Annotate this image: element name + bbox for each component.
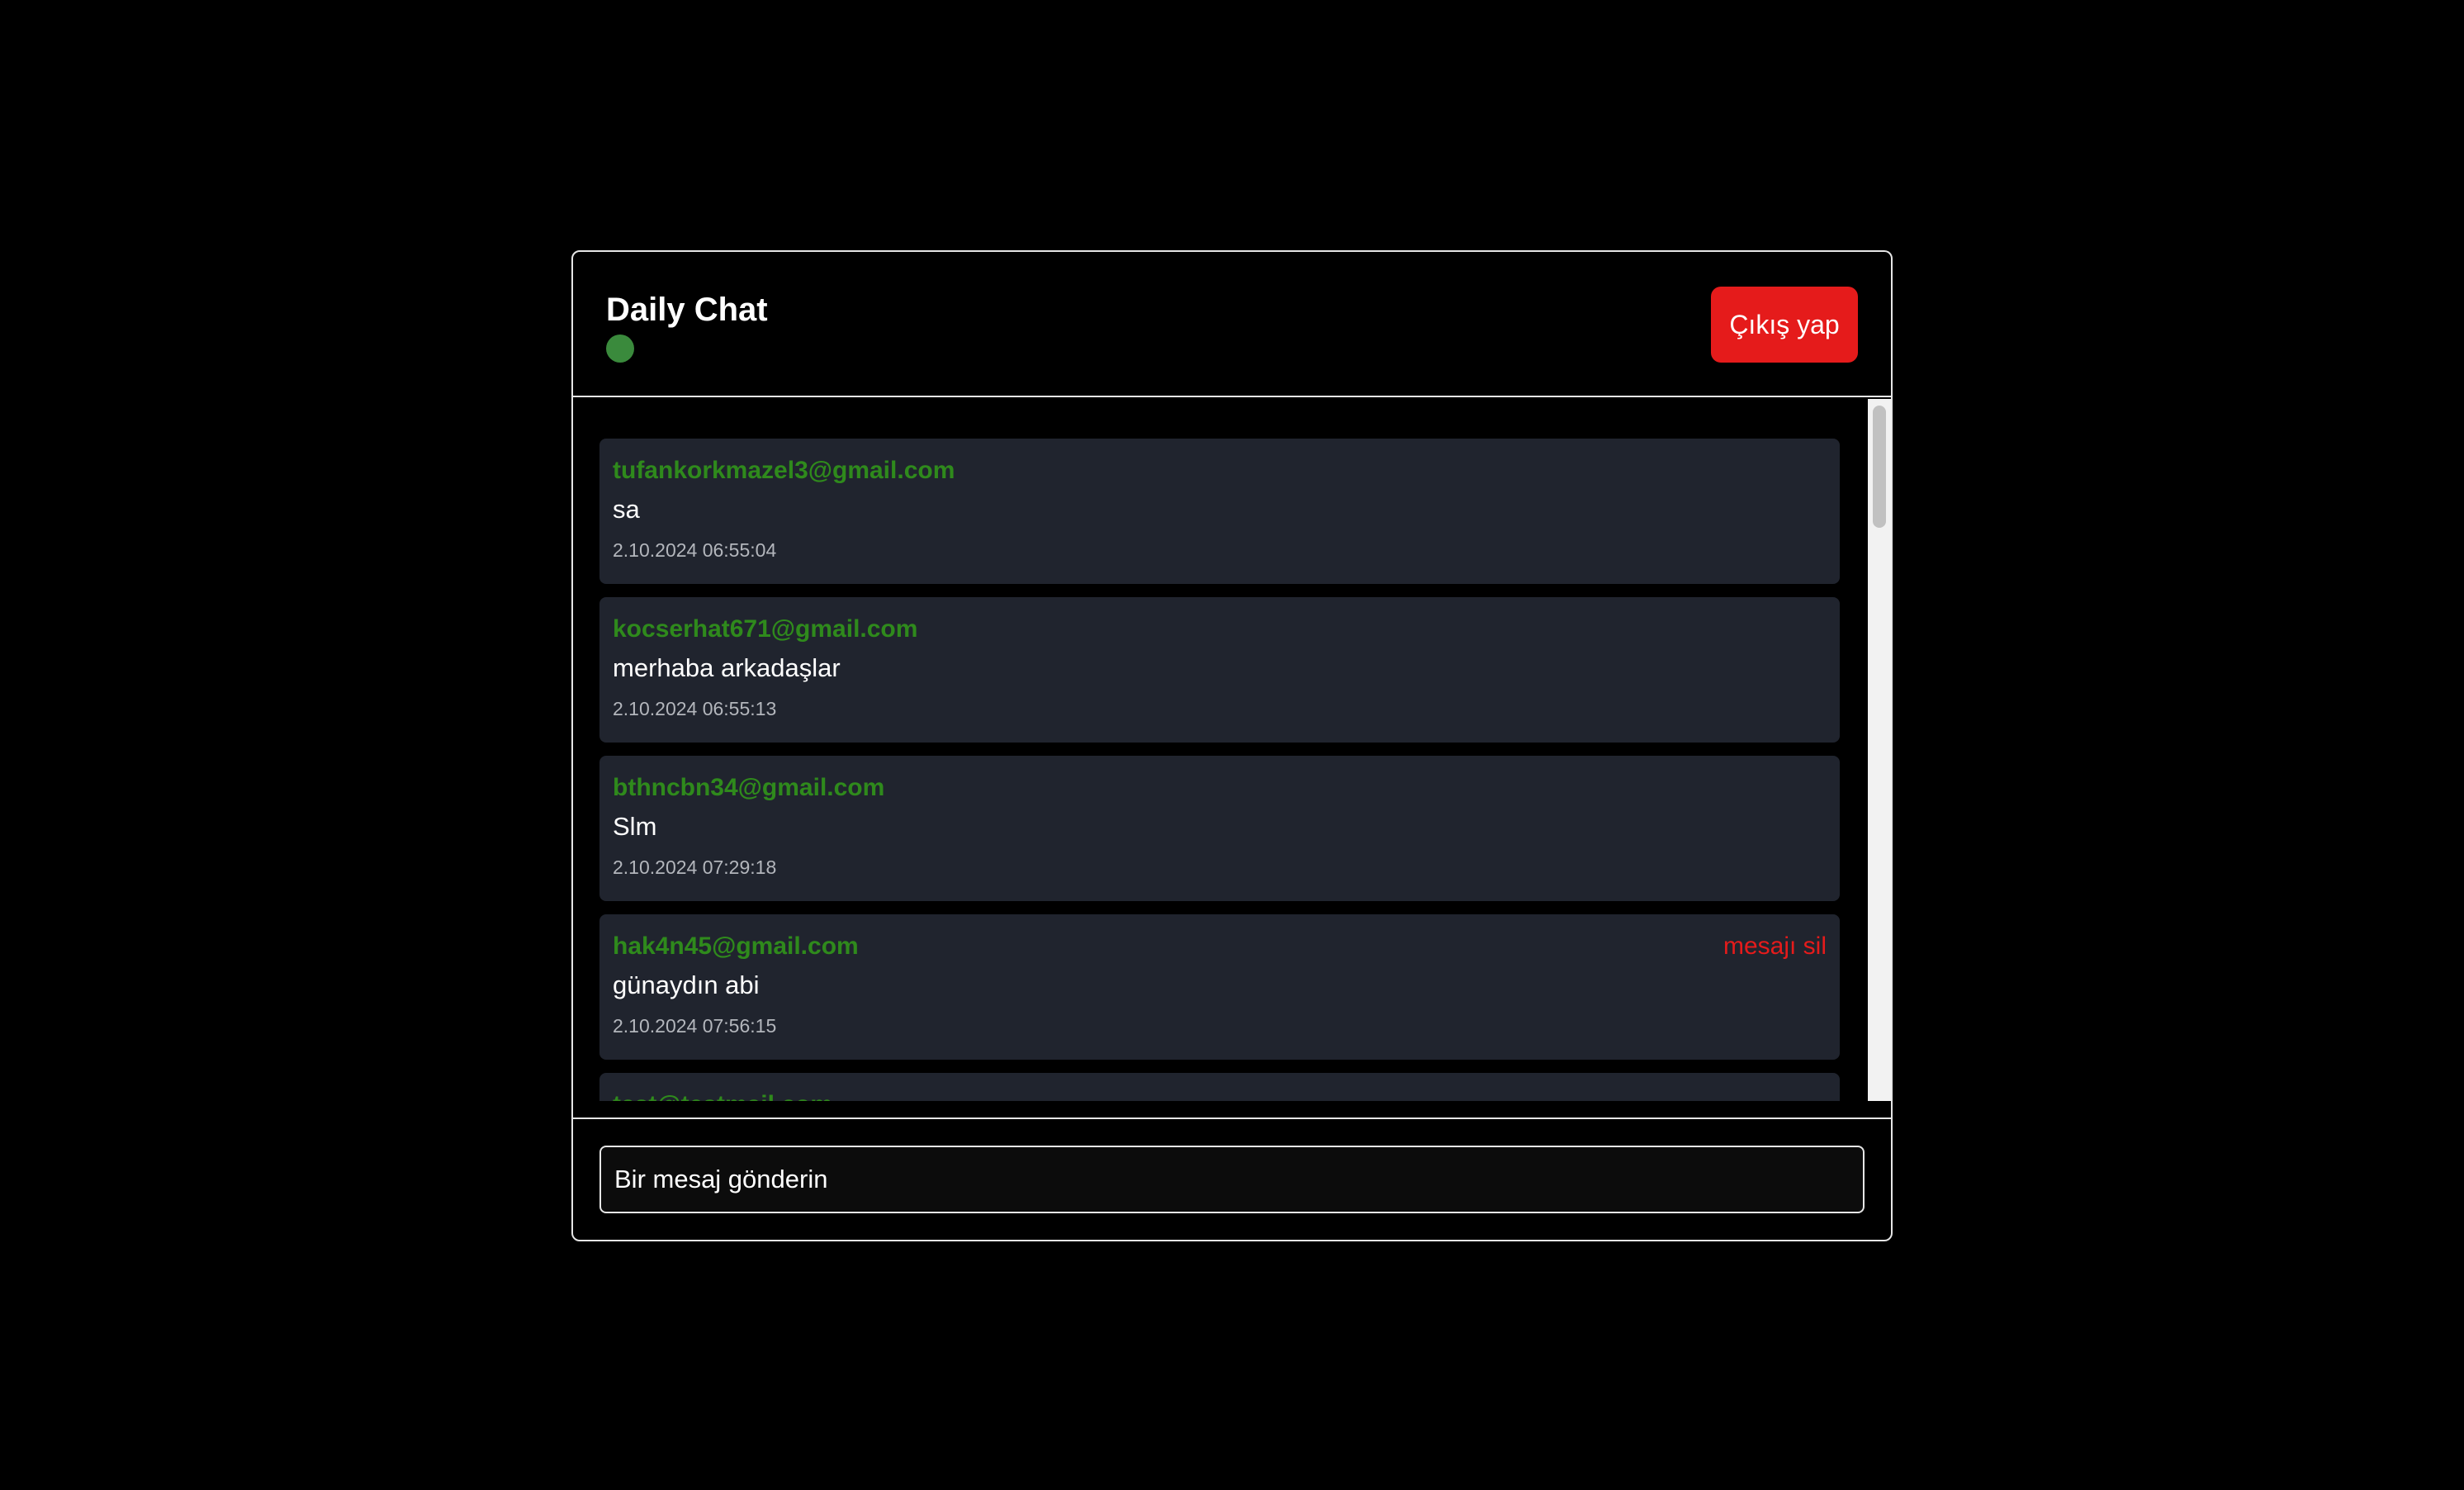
- message-text: sa: [613, 495, 640, 524]
- message-author: hak4n45@gmail.com: [613, 932, 859, 960]
- chat-window: Daily Chat Çıkış yap tufankorkmazel3@gma…: [571, 250, 1893, 1241]
- delete-message-link[interactable]: mesajı sil: [1723, 932, 1827, 961]
- message-text: günaydın abi: [613, 970, 760, 999]
- message-text: merhaba arkadaşlar: [613, 653, 841, 682]
- logout-button[interactable]: Çıkış yap: [1711, 287, 1858, 363]
- message-author: bthncbn34@gmail.com: [613, 774, 885, 801]
- message-item: hak4n45@gmail.com mesajı sil günaydın ab…: [599, 914, 1840, 1060]
- message-item: kocserhat671@gmail.com merhaba arkadaşla…: [599, 597, 1840, 743]
- message-author: kocserhat671@gmail.com: [613, 615, 918, 643]
- chat-header: Daily Chat Çıkış yap: [573, 252, 1891, 397]
- message-author: tufankorkmazel3@gmail.com: [613, 457, 955, 484]
- message-composer: [573, 1118, 1891, 1240]
- message-author: test@testmail.com: [613, 1091, 832, 1101]
- message-text: Slm: [613, 812, 657, 841]
- message-input[interactable]: [599, 1146, 1865, 1213]
- online-status-icon: [606, 335, 634, 363]
- message-list-scrollbar[interactable]: [1868, 399, 1891, 1101]
- message-item: bthncbn34@gmail.com Slm 2.10.2024 07:29:…: [599, 756, 1840, 901]
- message-list[interactable]: tufankorkmazel3@gmail.com sa 2.10.2024 0…: [573, 399, 1868, 1101]
- scrollbar-thumb[interactable]: [1873, 406, 1886, 528]
- message-item: tufankorkmazel3@gmail.com sa 2.10.2024 0…: [599, 439, 1840, 584]
- page-title: Daily Chat: [606, 292, 768, 328]
- message-timestamp: 2.10.2024 07:29:18: [613, 857, 777, 878]
- message-timestamp: 2.10.2024 06:55:04: [613, 539, 777, 561]
- message-timestamp: 2.10.2024 06:55:13: [613, 698, 777, 719]
- message-item: test@testmail.com: [599, 1073, 1840, 1101]
- message-timestamp: 2.10.2024 07:56:15: [613, 1015, 777, 1037]
